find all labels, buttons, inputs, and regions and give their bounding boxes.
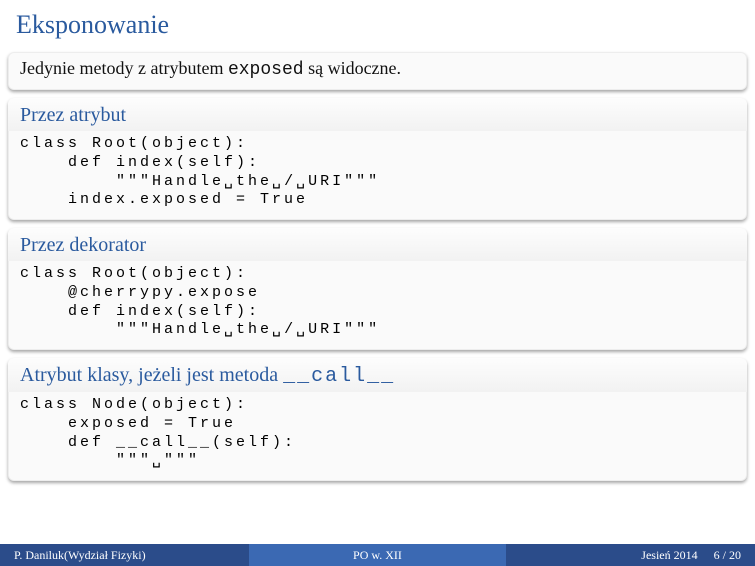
block-class-attr-header: Atrybut klasy, jeżeli jest metoda __call… bbox=[8, 358, 747, 392]
block-attribute: Przez atrybut class Root(object): def in… bbox=[8, 98, 747, 220]
footer-center: PO w. XII bbox=[249, 544, 506, 566]
intro-text-after: są widoczne. bbox=[304, 58, 401, 78]
footer-author: P. Daniluk(Wydział Fizyki) bbox=[0, 544, 249, 566]
footer-term: Jesień 2014 bbox=[641, 548, 697, 563]
block3-header-before: Atrybut klasy, jeżeli jest metoda bbox=[20, 364, 283, 386]
intro-text: Jedynie metody z atrybutem exposed są wi… bbox=[8, 52, 747, 90]
footer-right: Jesień 2014 6 / 20 bbox=[506, 544, 755, 566]
block-class-attr-code: class Node(object): exposed = True def _… bbox=[8, 392, 747, 481]
intro-text-before: Jedynie metody z atrybutem bbox=[20, 58, 228, 78]
block-attribute-code: class Root(object): def index(self): """… bbox=[8, 131, 747, 220]
intro-block: Jedynie metody z atrybutem exposed są wi… bbox=[8, 52, 747, 90]
footer: P. Daniluk(Wydział Fizyki) PO w. XII Jes… bbox=[0, 544, 755, 566]
block-attribute-header: Przez atrybut bbox=[8, 98, 747, 131]
intro-text-code: exposed bbox=[228, 60, 304, 80]
slide-title: Eksponowanie bbox=[0, 0, 755, 48]
block3-header-code: __call__ bbox=[283, 365, 395, 388]
block-decorator-code: class Root(object): @cherrypy.expose def… bbox=[8, 261, 747, 350]
block-decorator-header: Przez dekorator bbox=[8, 228, 747, 261]
block-class-attr: Atrybut klasy, jeżeli jest metoda __call… bbox=[8, 358, 747, 481]
footer-page: 6 / 20 bbox=[714, 548, 741, 563]
block-decorator: Przez dekorator class Root(object): @che… bbox=[8, 228, 747, 350]
